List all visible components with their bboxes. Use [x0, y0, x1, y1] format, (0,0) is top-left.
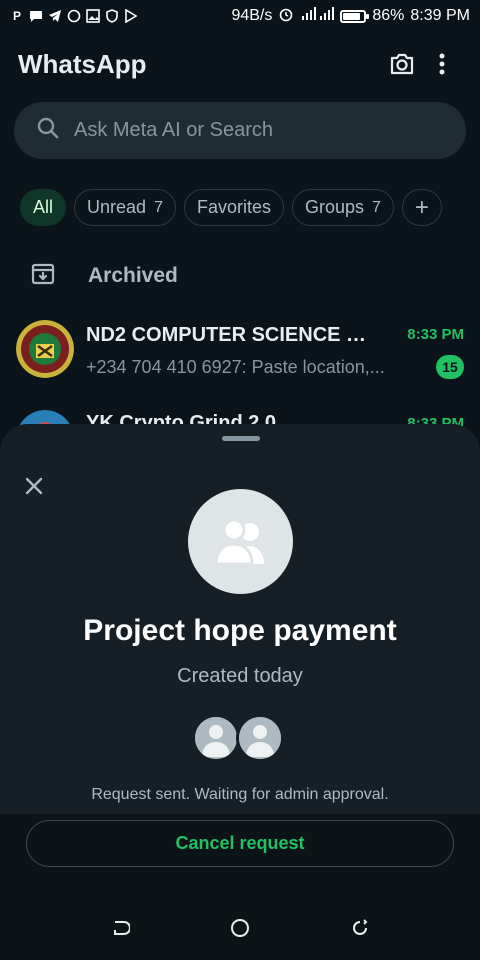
status-bar: P 94B/s 86% 8:39 PM [0, 0, 480, 32]
member-avatars [192, 714, 292, 762]
system-nav-bar [0, 910, 480, 946]
close-icon[interactable] [18, 470, 50, 502]
unread-badge: 15 [436, 355, 464, 379]
archive-icon [30, 261, 56, 292]
avatar [16, 320, 74, 378]
system-status: 94B/s 86% 8:39 PM [231, 6, 470, 27]
add-filter-button[interactable]: + [401, 189, 442, 226]
archived-label: Archived [88, 264, 178, 287]
cancel-request-button[interactable]: Cancel request [26, 820, 454, 867]
filter-favorites[interactable]: Favorites [183, 189, 284, 226]
camera-icon[interactable] [382, 44, 422, 84]
filter-chips: All Unread 7 Favorites Groups 7 + [20, 189, 442, 226]
app-title: WhatsApp [18, 48, 147, 79]
whatsapp-icon [67, 9, 81, 23]
filter-unread[interactable]: Unread 7 [74, 189, 176, 226]
p-icon: P [12, 9, 21, 23]
group-icon [213, 518, 264, 565]
back-icon[interactable] [102, 910, 138, 946]
chat-bubble-icon [29, 9, 43, 23]
archived-row[interactable]: Archived [0, 256, 480, 296]
network-speed: 94B/s [231, 7, 273, 24]
search-bar[interactable]: Ask Meta AI or Search [14, 102, 466, 159]
member-avatar [236, 714, 284, 762]
telegram-icon [48, 9, 62, 23]
play-store-icon [124, 9, 138, 23]
filter-count: 7 [154, 198, 163, 216]
group-title: Project hope payment [83, 614, 397, 647]
filter-count: 7 [372, 198, 381, 216]
shield-icon [105, 9, 119, 23]
home-icon[interactable] [222, 910, 258, 946]
image-icon [86, 9, 100, 23]
group-avatar [188, 489, 293, 594]
group-subtitle: Created today [177, 665, 303, 687]
search-input[interactable]: Ask Meta AI or Search [74, 119, 273, 142]
clock: 8:39 PM [410, 7, 470, 24]
notification-icons: P [10, 9, 138, 23]
more-vert-icon[interactable] [422, 44, 462, 84]
filter-label: Groups [305, 197, 365, 217]
filter-all[interactable]: All [20, 189, 67, 226]
alarm-icon [278, 6, 294, 27]
chat-body: ND2 COMPUTER SCIENCE 💻... 8:33 PM +234 7… [86, 320, 464, 379]
chat-name: ND2 COMPUTER SCIENCE 💻... [86, 324, 386, 346]
search-icon [36, 116, 60, 145]
drag-handle[interactable] [222, 436, 260, 441]
signal-icon [300, 6, 335, 26]
plus-icon: + [414, 193, 429, 221]
recents-icon[interactable] [342, 910, 378, 946]
filter-groups[interactable]: Groups 7 [292, 189, 394, 226]
filter-label: All [33, 197, 54, 217]
sheet-footer: Cancel request [0, 814, 480, 960]
approval-status-text: Request sent. Waiting for admin approval… [91, 786, 389, 803]
chat-time: 8:33 PM [407, 326, 464, 343]
battery-icon [340, 9, 370, 23]
member-avatar [192, 714, 240, 762]
chat-row[interactable]: ND2 COMPUTER SCIENCE 💻... 8:33 PM +234 7… [0, 320, 480, 400]
chat-preview: +234 704 410 6927: Paste location,... [86, 356, 385, 377]
app-bar: WhatsApp [0, 40, 480, 88]
battery-level: 86% [372, 7, 405, 24]
filter-label: Favorites [196, 197, 271, 217]
filter-label: Unread [87, 197, 147, 217]
